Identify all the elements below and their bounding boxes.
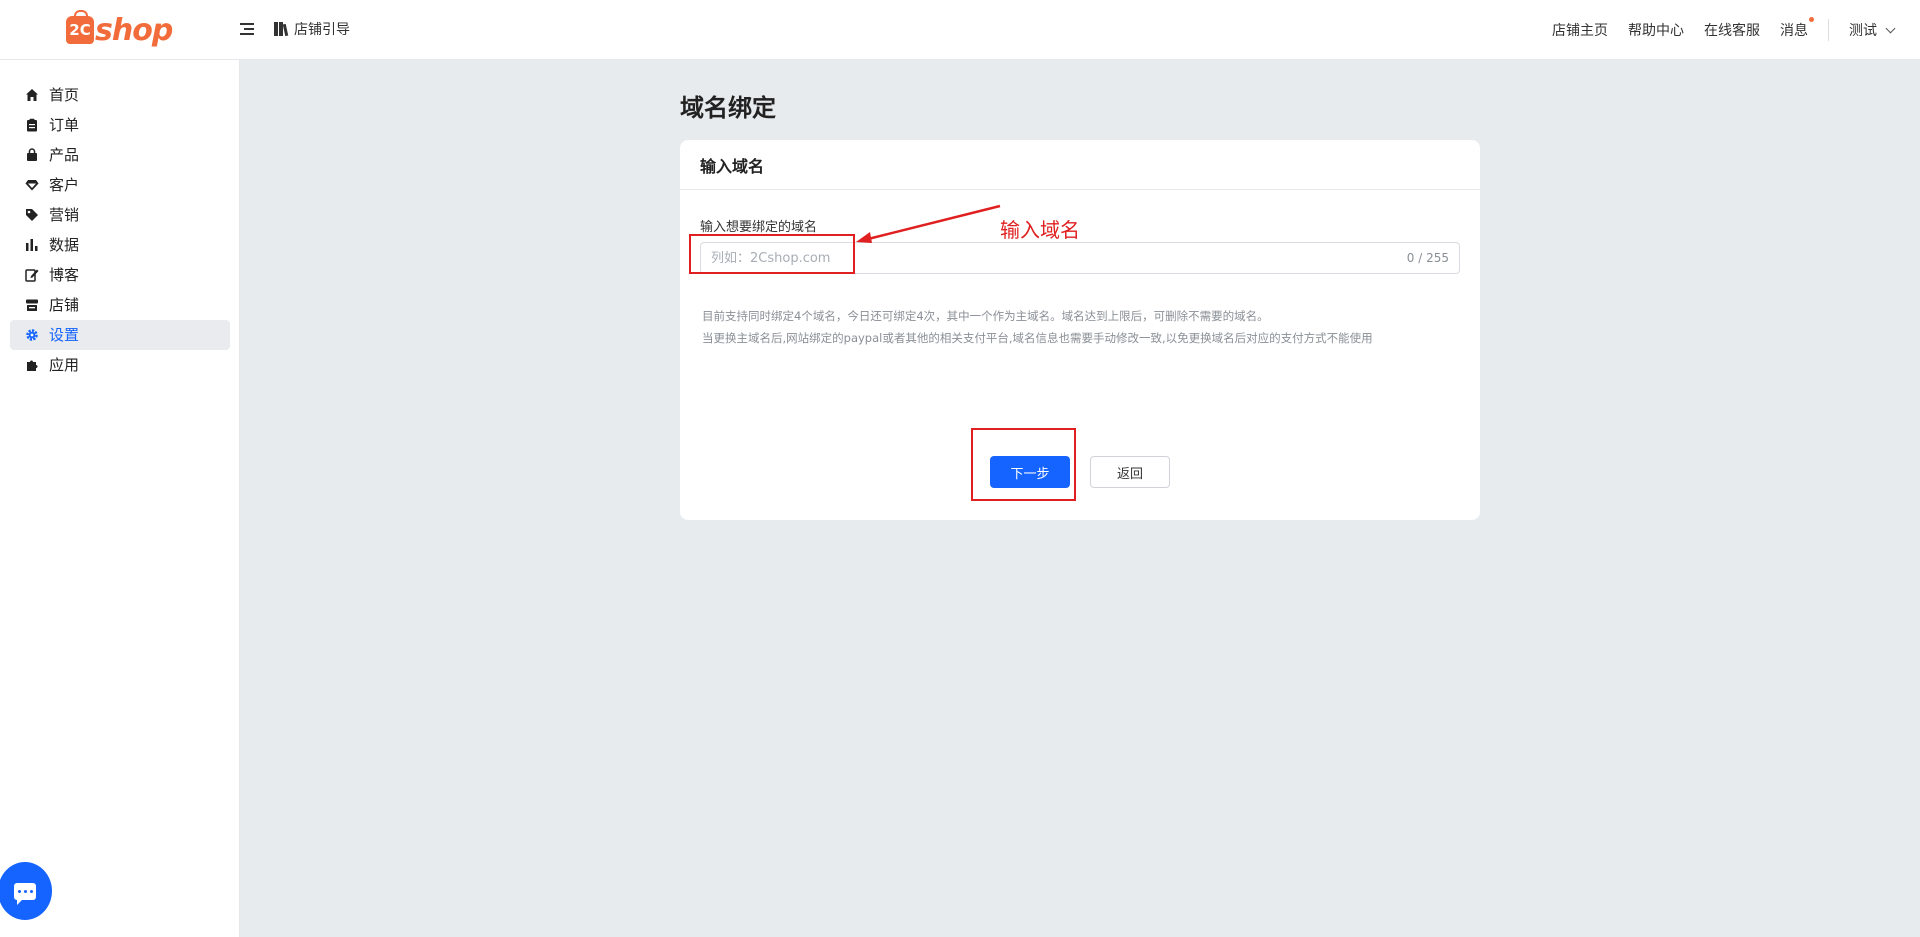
top-bar: 2C shop 店铺引导 店铺主页 帮助中心 在线客服 消息 测试 — [0, 0, 1920, 60]
messages-link[interactable]: 消息 — [1780, 17, 1814, 40]
sidebar-item-label: 店铺 — [49, 296, 80, 314]
bag-icon — [25, 148, 39, 162]
sidebar-item-label: 产品 — [49, 146, 80, 164]
store-guide-link[interactable]: 店铺引导 — [274, 19, 350, 39]
sidebar-item-label: 数据 — [49, 236, 80, 254]
clipboard-icon — [25, 118, 39, 132]
tip-line: 当更换主域名后,网站绑定的paypal或者其他的相关支付平台,域名信息也需要手动… — [702, 331, 1373, 345]
store-guide-label: 店铺引导 — [294, 22, 350, 38]
domain-card: 输入域名 输入想要绑定的域名 0 / 255 目前支持同时绑定4个域名，今日还可… — [680, 140, 1480, 520]
logo-text: shop — [95, 12, 173, 48]
sidebar-item-label: 首页 — [49, 86, 80, 104]
annotation-box-input — [689, 234, 855, 274]
domain-field-label: 输入想要绑定的域名 — [700, 220, 818, 235]
sidebar-item-products[interactable]: 产品 — [10, 140, 230, 170]
sidebar-item-label: 营销 — [49, 206, 80, 224]
book-icon — [274, 22, 289, 37]
annotation-box-button — [971, 428, 1076, 501]
user-menu[interactable]: 测试 — [1849, 20, 1896, 40]
back-button[interactable]: 返回 — [1090, 456, 1170, 488]
sidebar: 首页 订单 产品 客户 营销 数据 博客 店铺 设置 应用 — [0, 60, 240, 937]
store-icon — [25, 298, 39, 312]
sidebar-item-store[interactable]: 店铺 — [10, 290, 230, 320]
gear-icon — [25, 328, 39, 342]
chat-button[interactable] — [0, 862, 52, 920]
sidebar-item-apps[interactable]: 应用 — [10, 350, 230, 380]
sidebar-item-blog[interactable]: 博客 — [10, 260, 230, 290]
bar-chart-icon — [25, 238, 39, 252]
store-home-link[interactable]: 店铺主页 — [1552, 20, 1608, 40]
sidebar-item-orders[interactable]: 订单 — [10, 110, 230, 140]
annotation-arrow-icon — [856, 204, 1001, 243]
sidebar-item-data[interactable]: 数据 — [10, 230, 230, 260]
sidebar-item-settings[interactable]: 设置 — [10, 320, 230, 350]
sidebar-item-label: 客户 — [49, 176, 80, 194]
home-icon — [25, 88, 39, 102]
sidebar-item-label: 应用 — [49, 356, 80, 374]
card-title: 输入域名 — [680, 140, 1480, 190]
sidebar-item-label: 订单 — [49, 116, 80, 134]
sidebar-item-home[interactable]: 首页 — [10, 80, 230, 110]
edit-icon — [25, 268, 39, 282]
header-nav: 店铺主页 帮助中心 在线客服 消息 测试 — [1532, 0, 1896, 60]
chat-icon — [14, 882, 36, 905]
header-divider — [1828, 19, 1829, 41]
sidebar-item-marketing[interactable]: 营销 — [10, 200, 230, 230]
sidebar-item-customers[interactable]: 客户 — [10, 170, 230, 200]
logo[interactable]: 2C shop — [66, 10, 173, 48]
annotation-label: 输入域名 — [1000, 218, 1080, 242]
online-support-link[interactable]: 在线客服 — [1704, 20, 1760, 40]
tag-icon — [25, 208, 39, 222]
page-title: 域名绑定 — [680, 94, 776, 122]
logo-badge: 2C — [66, 10, 94, 44]
sidebar-item-label: 设置 — [49, 326, 80, 344]
messages-label: 消息 — [1780, 23, 1808, 39]
user-name: 测试 — [1849, 23, 1877, 39]
unread-dot — [1809, 17, 1814, 22]
puzzle-icon — [25, 358, 39, 372]
gem-icon — [25, 178, 39, 192]
chevron-down-icon — [1885, 23, 1896, 33]
tip-line: 目前支持同时绑定4个域名，今日还可绑定4次，其中一个作为主域名。域名达到上限后，… — [702, 309, 1269, 323]
help-center-link[interactable]: 帮助中心 — [1628, 20, 1684, 40]
sidebar-item-label: 博客 — [49, 266, 80, 284]
char-counter: 0 / 255 — [1406, 251, 1449, 265]
menu-toggle-icon[interactable] — [238, 20, 256, 38]
